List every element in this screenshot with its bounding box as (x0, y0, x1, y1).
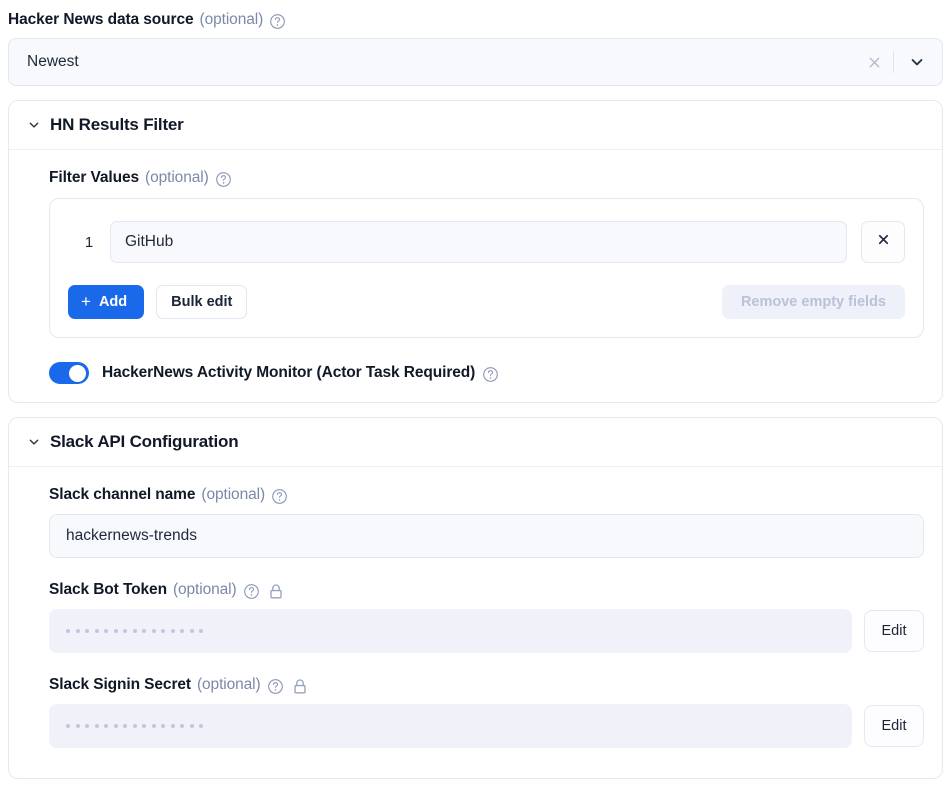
chevron-down-icon[interactable] (904, 49, 930, 75)
chevron-down-icon[interactable] (27, 118, 41, 132)
slack-signin-secret-input[interactable] (49, 704, 852, 748)
masked-value (66, 629, 203, 633)
slack-signin-secret-label-text: Slack Signin Secret (49, 676, 191, 693)
activity-monitor-label-text: HackerNews Activity Monitor (Actor Task … (102, 364, 476, 381)
select-divider (893, 51, 894, 73)
data-source-select[interactable]: Newest (8, 38, 943, 86)
slack-api-configuration-card: Slack API Configuration Slack channel na… (8, 417, 943, 779)
config-form-page: Hacker News data source (optional) Newes… (0, 0, 951, 800)
remove-empty-fields-button[interactable]: Remove empty fields (721, 285, 905, 319)
filter-values-box: 1 GitHub + Add Bulk edit Remove empty fi… (49, 198, 924, 338)
lock-icon (268, 583, 284, 600)
plus-icon: + (81, 291, 91, 311)
hn-results-filter-body: Filter Values (optional) 1 GitHub + Add … (9, 150, 942, 402)
filter-value-index: 1 (84, 233, 94, 251)
slack-signin-secret-row: Edit (49, 704, 924, 748)
filter-values-label-text: Filter Values (49, 169, 140, 186)
slack-bot-token-edit-button[interactable]: Edit (864, 610, 924, 652)
data-source-label: Hacker News data source (optional) (8, 10, 943, 30)
slack-bot-token-optional-text: (optional) (172, 581, 237, 598)
slack-bot-token-field: Slack Bot Token (optional) Edit (49, 580, 924, 653)
hn-results-filter-title: HN Results Filter (50, 115, 184, 134)
hn-results-filter-card: HN Results Filter Filter Values (optiona… (8, 100, 943, 403)
slack-bot-token-row: Edit (49, 609, 924, 653)
filter-value-delete-button[interactable] (861, 221, 905, 263)
help-circle-icon[interactable] (215, 171, 232, 188)
data-source-selected-value: Newest (27, 53, 79, 70)
add-button-label: Add (98, 294, 128, 310)
slack-bot-token-label-text: Slack Bot Token (49, 581, 167, 598)
filter-value-row: 1 GitHub (68, 221, 905, 263)
slack-signin-secret-optional-text: (optional) (196, 676, 261, 693)
activity-monitor-toggle[interactable] (49, 362, 89, 384)
filter-values-optional-text: (optional) (145, 169, 209, 186)
slack-signin-secret-field: Slack Signin Secret (optional) Edit (49, 675, 924, 748)
slack-api-configuration-body: Slack channel name (optional) hackernews… (9, 467, 942, 778)
filter-values-label: Filter Values (optional) (49, 168, 924, 188)
activity-monitor-toggle-row: HackerNews Activity Monitor (Actor Task … (49, 362, 924, 384)
slack-api-configuration-title: Slack API Configuration (50, 432, 239, 451)
hn-results-filter-header[interactable]: HN Results Filter (9, 101, 942, 150)
slack-api-configuration-header[interactable]: Slack API Configuration (9, 418, 942, 467)
bulk-edit-button[interactable]: Bulk edit (156, 285, 248, 319)
slack-bot-token-label: Slack Bot Token (optional) (49, 580, 924, 600)
lock-icon (292, 678, 308, 695)
help-circle-icon[interactable] (482, 366, 499, 383)
data-source-section: Hacker News data source (optional) Newes… (0, 0, 951, 86)
data-source-label-text: Hacker News data source (8, 11, 194, 28)
slack-channel-name-optional-text: (optional) (201, 486, 266, 503)
toggle-knob (69, 364, 86, 382)
add-button[interactable]: + Add (68, 285, 145, 319)
chevron-down-icon[interactable] (27, 435, 41, 449)
slack-channel-name-label-text: Slack channel name (49, 486, 196, 503)
data-source-optional-text: (optional) (199, 11, 264, 28)
slack-signin-secret-label: Slack Signin Secret (optional) (49, 675, 924, 695)
help-circle-icon[interactable] (269, 13, 286, 30)
close-icon (876, 232, 891, 252)
slack-bot-token-input[interactable] (49, 609, 852, 653)
help-circle-icon[interactable] (271, 488, 288, 505)
slack-signin-secret-edit-button[interactable]: Edit (864, 705, 924, 747)
filter-values-actions: + Add Bulk edit Remove empty fields (68, 285, 905, 319)
close-icon[interactable] (861, 49, 887, 75)
help-circle-icon[interactable] (267, 678, 284, 695)
slack-channel-name-label: Slack channel name (optional) (49, 485, 924, 505)
help-circle-icon[interactable] (243, 583, 260, 600)
slack-channel-name-input[interactable]: hackernews-trends (49, 514, 924, 558)
masked-value (66, 724, 203, 728)
filter-value-input[interactable]: GitHub (110, 221, 847, 263)
slack-channel-name-field: Slack channel name (optional) hackernews… (49, 485, 924, 558)
activity-monitor-label: HackerNews Activity Monitor (Actor Task … (102, 364, 499, 382)
